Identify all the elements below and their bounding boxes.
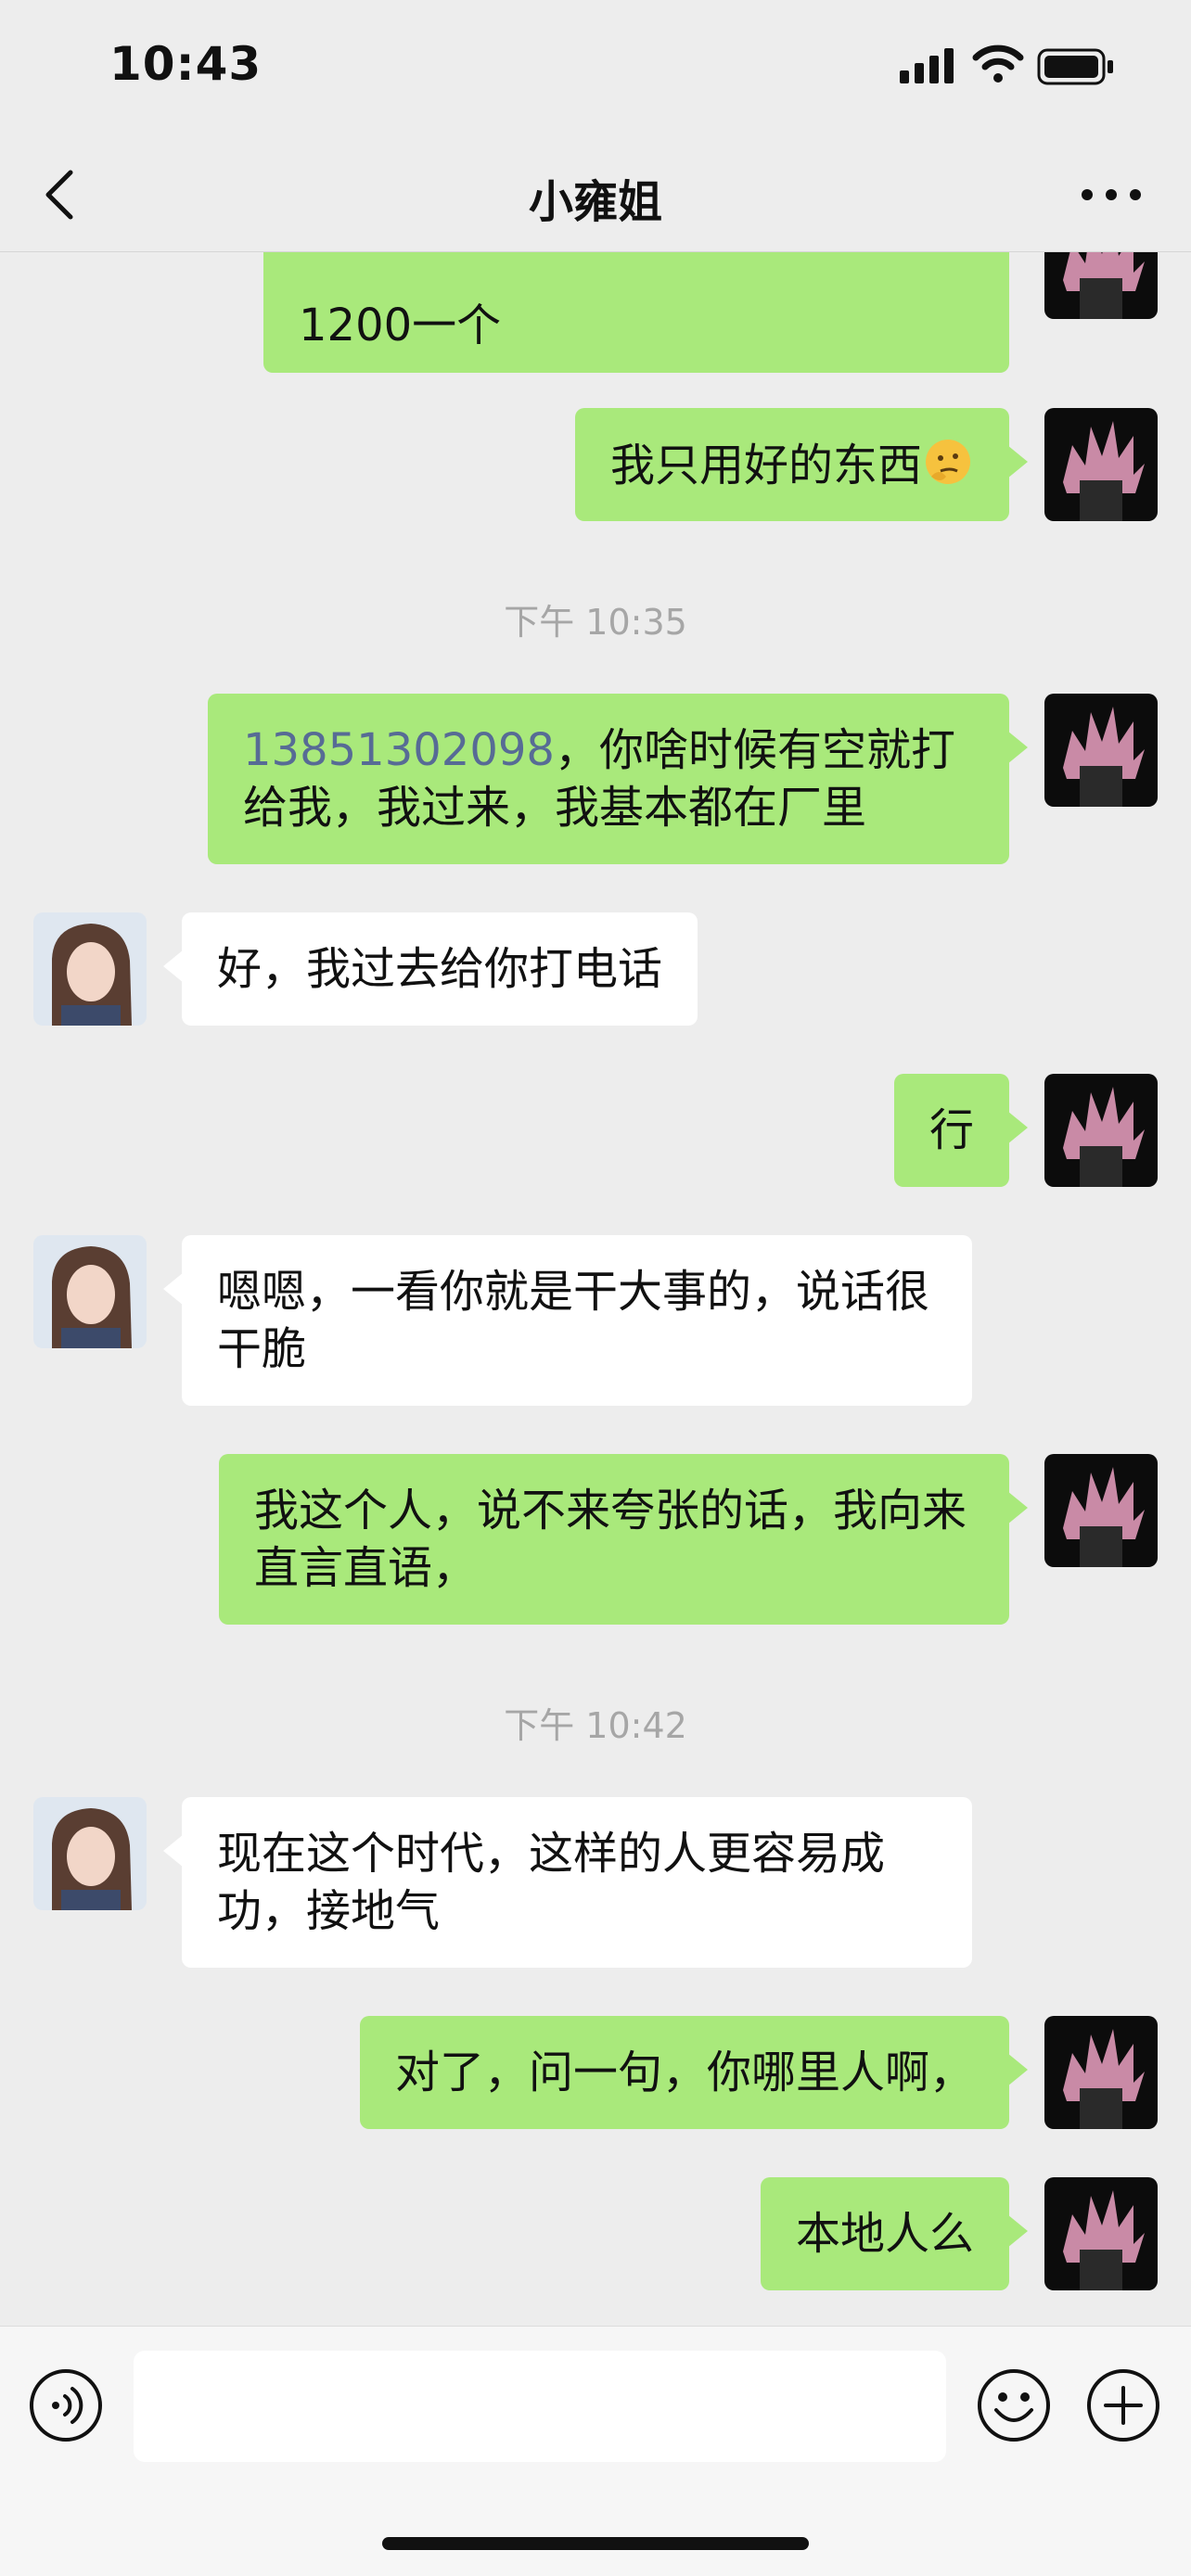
chat-title: 小雍姐: [528, 176, 662, 228]
avatar-self[interactable]: [1044, 1074, 1158, 1187]
message-list[interactable]: 1200一个 我只用好的东西 下午 10:35 13851302098，你啥时候…: [0, 252, 1191, 2326]
message-text: 我只用好的东西: [609, 440, 922, 491]
message-bubble[interactable]: 本地人么: [760, 2177, 1029, 2290]
home-indicator[interactable]: [382, 2537, 809, 2550]
message-text: 现在这个时代，这样的人更容易成功，接地气: [217, 1828, 886, 1937]
avatar-other[interactable]: [33, 1235, 147, 1348]
emoji-icon[interactable]: [976, 2367, 1052, 2443]
avatar-other[interactable]: [33, 1797, 147, 1910]
wifi-icon: [972, 45, 1024, 83]
signal-icon: [900, 48, 954, 83]
nav-bar: 小雍姐: [0, 139, 1191, 252]
message-text: 好，我过去给你打电话: [217, 943, 663, 995]
message-bubble[interactable]: 行: [893, 1074, 1029, 1187]
message-bubble[interactable]: 1200一个: [263, 252, 1009, 373]
message-bubble[interactable]: 好，我过去给你打电话: [162, 912, 698, 1026]
timestamp-separator: 下午 10:42: [504, 1705, 687, 1746]
phone-number-link[interactable]: 13851302098: [243, 724, 555, 776]
voice-icon[interactable]: [28, 2367, 104, 2443]
message-text: 本地人么: [795, 2208, 974, 2260]
message-text: 对了，问一句，你哪里人啊，: [394, 2047, 974, 2098]
message-text: 嗯嗯，一看你就是干大事的，说话很干脆: [217, 1266, 930, 1375]
back-icon[interactable]: [37, 159, 89, 230]
avatar-self[interactable]: [1044, 408, 1158, 521]
avatar-self[interactable]: [1044, 694, 1158, 807]
avatar-other[interactable]: [33, 912, 147, 1026]
status-time: 10:43: [109, 37, 263, 91]
timestamp-separator: 下午 10:35: [504, 602, 687, 643]
more-icon[interactable]: [1076, 167, 1146, 223]
message-bubble[interactable]: 嗯嗯，一看你就是干大事的，说话很干脆: [163, 1235, 972, 1406]
plus-icon[interactable]: [1085, 2367, 1161, 2443]
avatar-self[interactable]: [1044, 1454, 1158, 1567]
avatar-self[interactable]: [1044, 252, 1158, 319]
message-text: 1200一个: [299, 300, 502, 351]
message-text: 行: [928, 1104, 974, 1156]
message-bubble[interactable]: 我只用好的东西: [574, 408, 1029, 521]
thinking-face-emoji-icon: [926, 440, 970, 484]
message-bubble[interactable]: 13851302098，你啥时候有空就打给我，我过来，我基本都在厂里: [208, 694, 1028, 864]
status-bar: 10:43: [0, 0, 1191, 139]
message-bubble[interactable]: 我这个人，说不来夸张的话，我向来直言直语，: [219, 1454, 1028, 1625]
message-text: 我这个人，说不来夸张的话，我向来直言直语，: [254, 1485, 967, 1594]
avatar-self[interactable]: [1044, 2177, 1158, 2290]
battery-icon: [1037, 48, 1113, 85]
chat-screen: 10:43 小雍姐 1200一个 我只用好的东西 下午 10:35 138513…: [0, 0, 1191, 2576]
message-input[interactable]: [134, 2351, 946, 2462]
message-bubble[interactable]: 对了，问一句，你哪里人啊，: [359, 2016, 1029, 2129]
avatar-self[interactable]: [1044, 2016, 1158, 2129]
message-bubble[interactable]: 现在这个时代，这样的人更容易成功，接地气: [163, 1797, 972, 1968]
